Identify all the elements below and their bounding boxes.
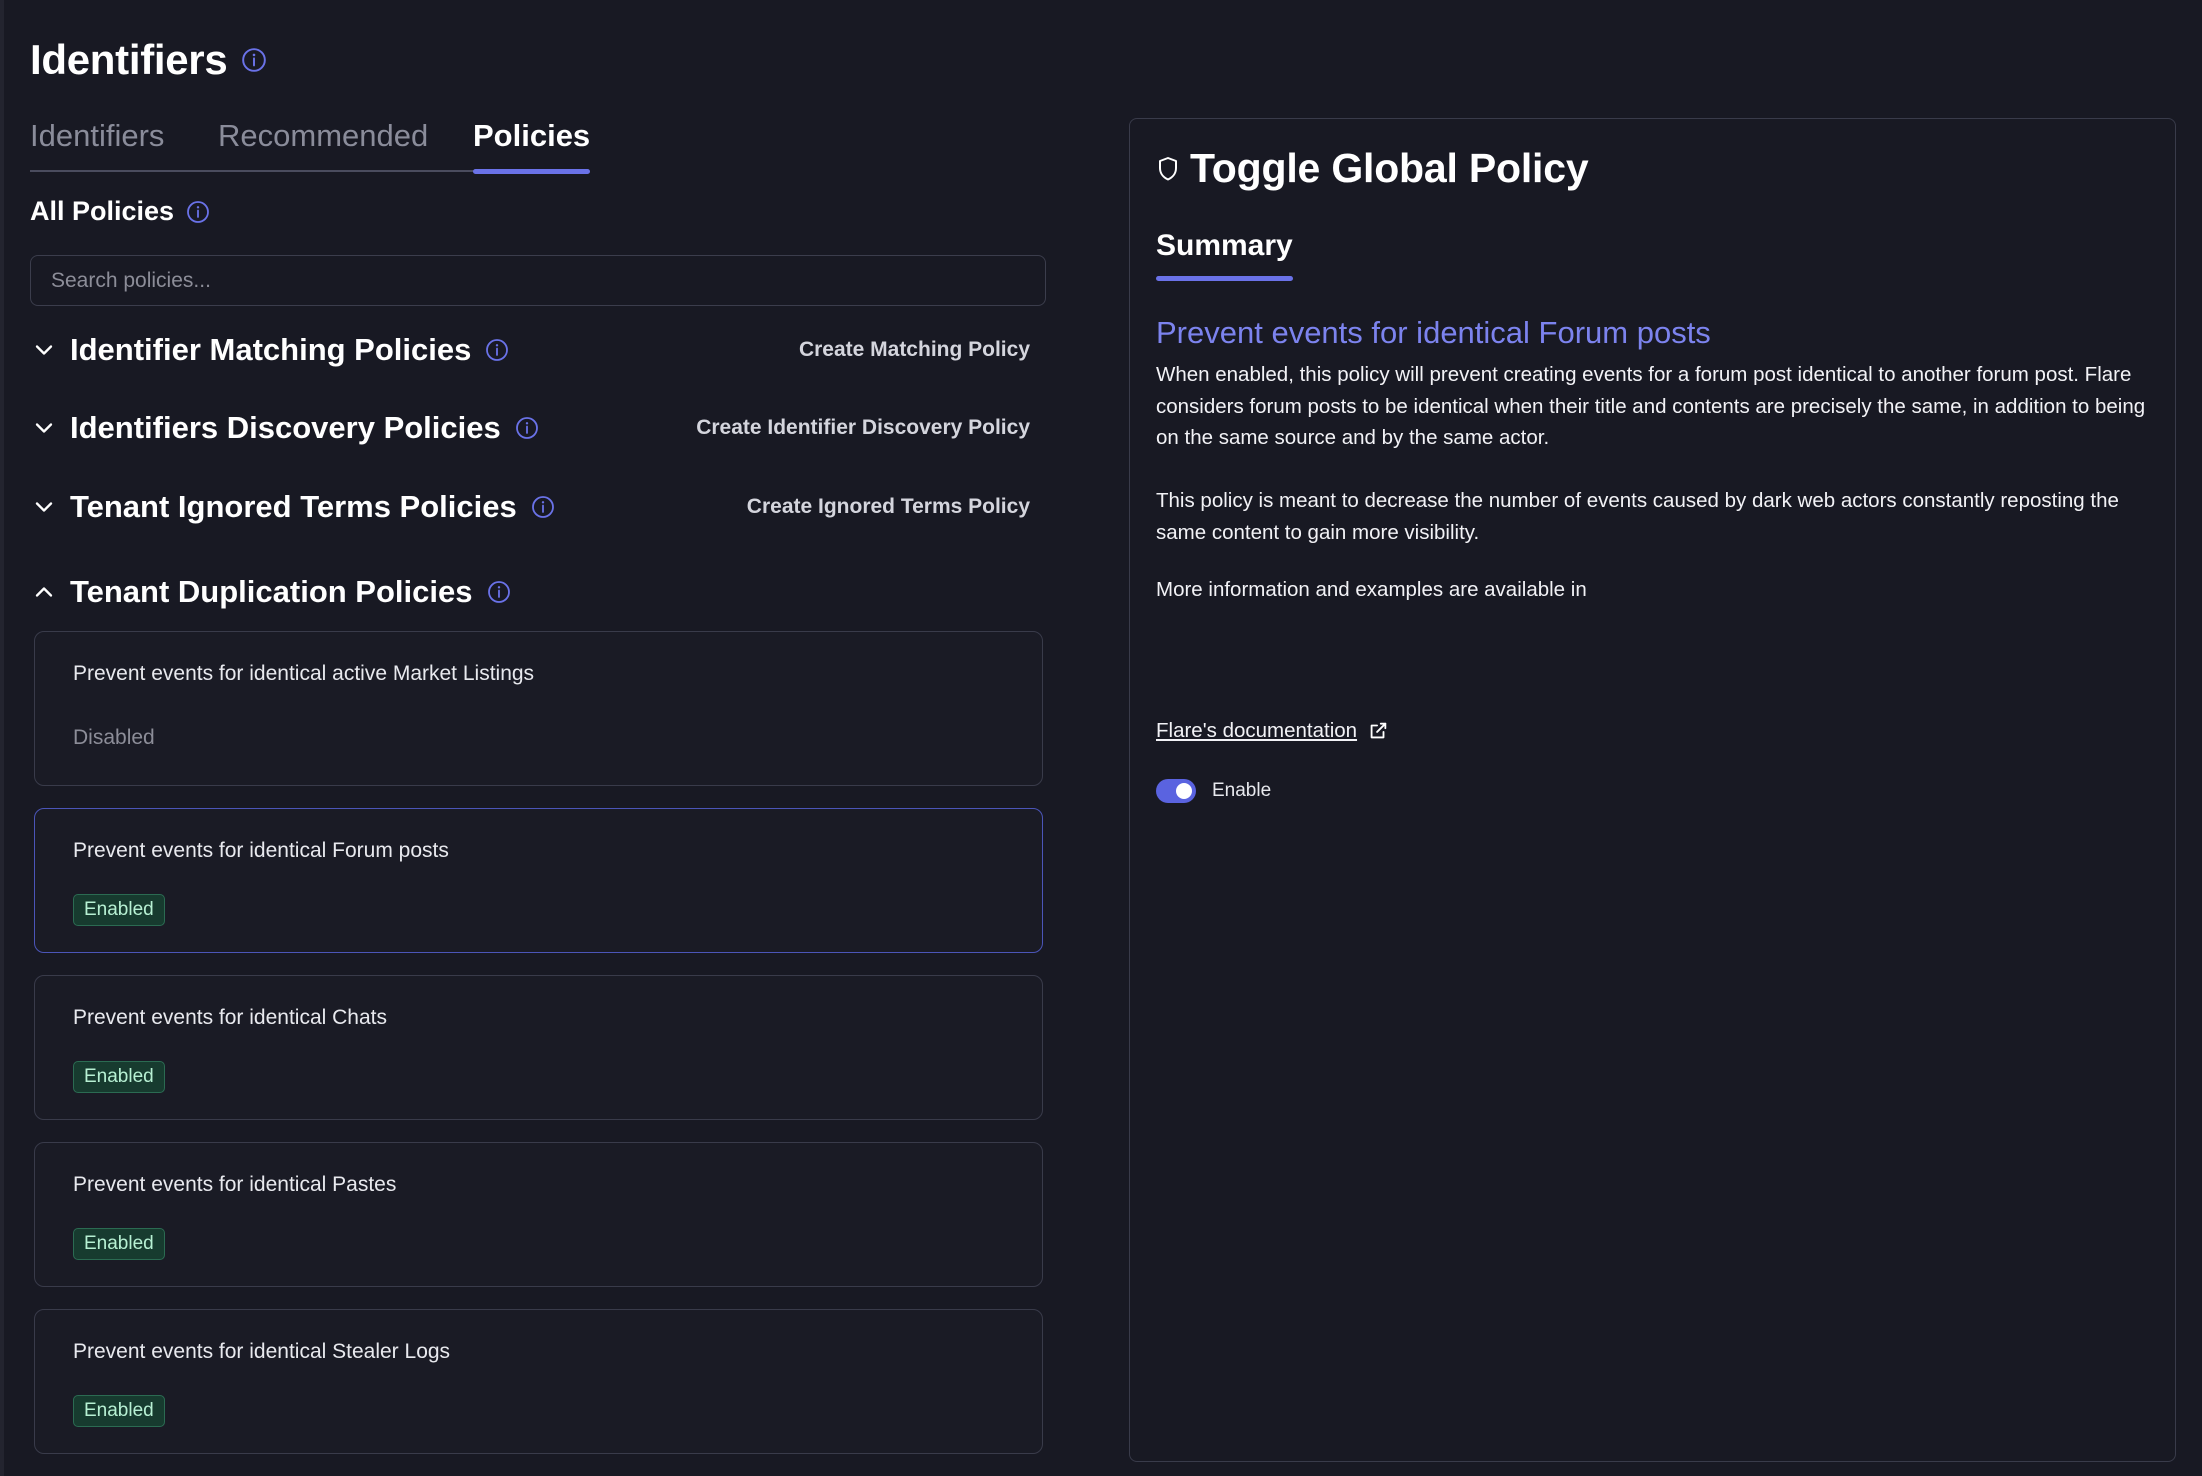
status-badge: Enabled — [73, 1228, 165, 1260]
info-icon[interactable] — [186, 200, 210, 224]
status-text: Disabled — [73, 726, 155, 749]
chevron-down-icon[interactable] — [30, 336, 58, 364]
all-policies-label: All Policies — [30, 196, 175, 226]
group-tenant-ignored-terms[interactable]: Tenant Ignored Terms Policies Create Ign… — [30, 482, 1030, 532]
policy-card[interactable]: Prevent events for identical Pastes Enab… — [34, 1142, 1043, 1287]
group-tenant-duplication[interactable]: Tenant Duplication Policies — [30, 567, 1030, 617]
window-edge — [0, 0, 4, 1476]
policy-card[interactable]: Prevent events for identical active Mark… — [34, 631, 1043, 786]
status-badge: Enabled — [73, 1061, 165, 1093]
documentation-link[interactable]: Flare's documentation — [1156, 719, 1389, 743]
page-title: Identifiers — [30, 36, 228, 83]
info-icon[interactable] — [487, 580, 511, 604]
chevron-down-icon[interactable] — [30, 493, 58, 521]
documentation-link-label: Flare's documentation — [1156, 719, 1358, 742]
create-matching-policy-button[interactable]: Create Matching Policy — [799, 338, 1030, 362]
enable-toggle[interactable] — [1156, 779, 1196, 803]
info-icon[interactable] — [531, 495, 555, 519]
status-badge: Enabled — [73, 1395, 165, 1427]
enable-toggle-label: Enable — [1212, 780, 1272, 801]
page-root: Identifiers Identifiers Recommended Poli… — [0, 0, 2202, 1476]
shield-icon — [1156, 155, 1180, 183]
policy-title: Prevent events for identical Pastes — [73, 1173, 397, 1196]
create-ignored-terms-policy-button[interactable]: Create Ignored Terms Policy — [747, 495, 1030, 519]
policy-description: When enabled, this policy will prevent c… — [1156, 363, 2146, 449]
panel-header: Toggle Global Policy — [1156, 145, 1589, 192]
more-info-text: More information and examples are availa… — [1156, 578, 1587, 601]
policy-title: Prevent events for identical active Mark… — [73, 662, 535, 685]
status-badge: Enabled — [73, 894, 165, 926]
enable-toggle-row: Enable — [1156, 779, 1271, 803]
panel-title: Toggle Global Policy — [1190, 145, 1589, 191]
group-identifier-matching[interactable]: Identifier Matching Policies Create Matc… — [30, 325, 1030, 375]
tab-recommended[interactable]: Recommended — [218, 112, 428, 172]
group-title: Identifiers Discovery Policies — [70, 410, 501, 445]
create-identifier-discovery-policy-button[interactable]: Create Identifier Discovery Policy — [696, 416, 1030, 440]
tab-summary[interactable]: Summary — [1156, 229, 1293, 281]
group-title: Tenant Ignored Terms Policies — [70, 489, 517, 524]
group-title: Tenant Duplication Policies — [70, 574, 473, 609]
group-title: Identifier Matching Policies — [70, 332, 472, 367]
all-policies-header: All Policies — [30, 196, 210, 227]
policy-title: Prevent events for identical Forum posts — [73, 839, 449, 862]
tab-identifiers[interactable]: Identifiers — [30, 112, 164, 172]
page-header: Identifiers — [30, 36, 267, 84]
policy-detail-panel: Toggle Global Policy Summary Prevent eve… — [1129, 118, 2176, 1462]
chevron-down-icon[interactable] — [30, 414, 58, 442]
tab-policies[interactable]: Policies — [473, 112, 591, 174]
external-link-icon — [1367, 720, 1389, 742]
policy-card-selected[interactable]: Prevent events for identical Forum posts… — [34, 808, 1043, 953]
group-identifiers-discovery[interactable]: Identifiers Discovery Policies Create Id… — [30, 403, 1030, 453]
policy-card[interactable]: Prevent events for identical Chats Enabl… — [34, 975, 1043, 1120]
policy-purpose: This policy is meant to decrease the num… — [1156, 489, 2119, 544]
chevron-up-icon[interactable] — [30, 578, 58, 606]
search-input[interactable] — [30, 255, 1046, 306]
policy-card[interactable]: Prevent events for identical Stealer Log… — [34, 1309, 1043, 1454]
policy-title: Prevent events for identical Chats — [73, 1006, 387, 1029]
info-icon[interactable] — [485, 338, 509, 362]
info-icon[interactable] — [241, 47, 267, 73]
info-icon[interactable] — [515, 416, 539, 440]
selected-policy-name: Prevent events for identical Forum posts — [1156, 315, 1711, 350]
policy-title: Prevent events for identical Stealer Log… — [73, 1340, 451, 1363]
tab-bar: Identifiers Recommended Policies — [30, 112, 591, 174]
